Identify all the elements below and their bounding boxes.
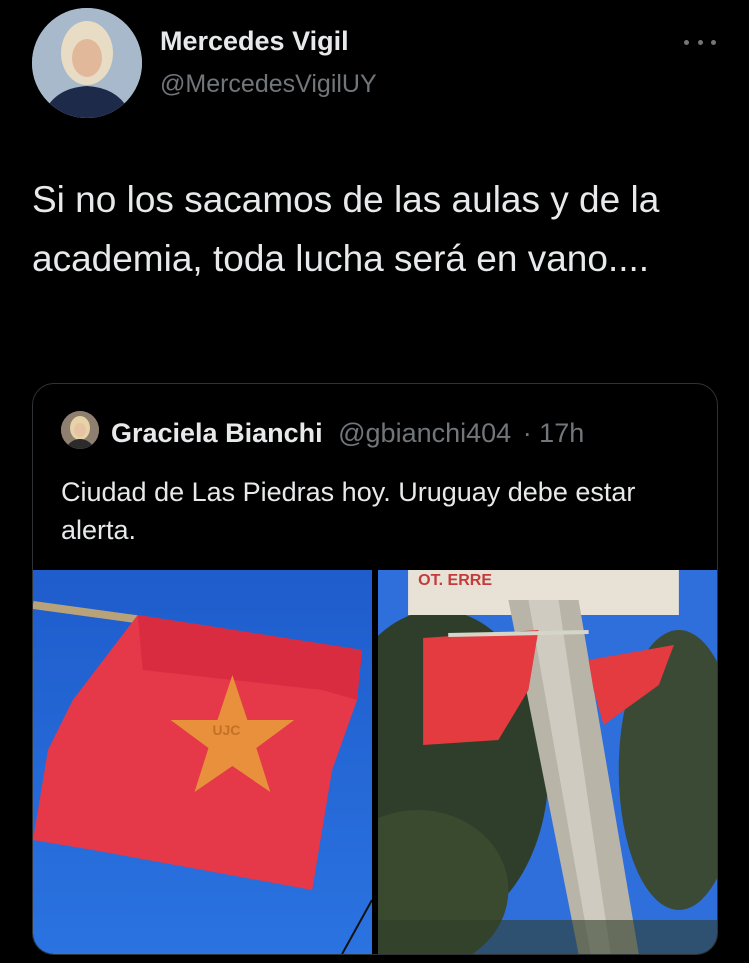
tweet-text: Si no los sacamos de las aulas y de la a… — [32, 179, 660, 279]
author-name[interactable]: Mercedes Vigil — [160, 26, 349, 57]
quoted-author-handle[interactable]: @gbianchi404 — [338, 418, 511, 448]
photo-pole-flags[interactable]: OT. ERRE — [378, 570, 717, 954]
quoted-tweet[interactable]: Graciela Bianchi @gbianchi404 · 17h Ciud… — [32, 383, 718, 955]
quoted-header: Graciela Bianchi @gbianchi404 · 17h — [111, 418, 584, 449]
quoted-author-name[interactable]: Graciela Bianchi — [111, 418, 323, 448]
sign-text: OT. ERRE — [418, 571, 492, 589]
more-dot — [684, 39, 689, 45]
pole-photo-image: OT. ERRE — [378, 570, 717, 954]
quoted-avatar-photo — [61, 411, 99, 449]
quoted-time[interactable]: · 17h — [523, 418, 585, 448]
author-avatar[interactable] — [32, 8, 142, 118]
quoted-author-avatar[interactable] — [61, 411, 99, 449]
more-dot — [697, 39, 703, 45]
more-icon[interactable] — [684, 30, 716, 54]
author-handle[interactable]: @MercedesVigilUY — [160, 70, 377, 99]
quoted-text: Ciudad de Las Piedras hoy. Uruguay debe … — [61, 477, 636, 545]
flag-text: UJC — [212, 722, 240, 738]
flag-photo-image: UJC — [33, 570, 372, 954]
photo-flag-closeup[interactable]: UJC — [33, 570, 372, 954]
media-grid: UJC OT. ERRE — [33, 570, 717, 954]
more-dot — [711, 39, 716, 45]
avatar-photo — [32, 8, 142, 118]
